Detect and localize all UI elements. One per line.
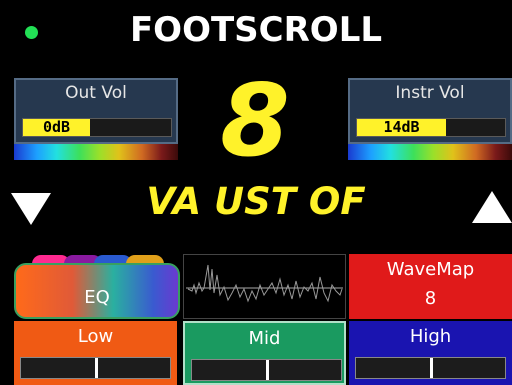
band-high-label: High <box>409 326 452 347</box>
triangle-up-icon[interactable] <box>472 191 512 223</box>
instr-vol-value: 14dB <box>383 118 420 136</box>
band-high-slider[interactable] <box>355 357 506 379</box>
out-vol-bar[interactable]: 0dB <box>22 118 172 137</box>
waveform-icon <box>186 264 343 303</box>
band-low-thumb[interactable] <box>95 358 98 378</box>
instr-vol-panel[interactable]: Instr Vol 14dB <box>348 78 512 144</box>
waveform-tile[interactable] <box>183 254 346 319</box>
preset-name: VA UST OF <box>146 180 366 223</box>
instr-level-meter <box>348 144 512 160</box>
out-vol-panel[interactable]: Out Vol 0dB <box>14 78 178 144</box>
band-high-thumb[interactable] <box>430 358 433 378</box>
out-level-meter <box>14 144 178 160</box>
instr-vol-bar[interactable]: 14dB <box>356 118 506 137</box>
wavemap-label: WaveMap <box>386 259 475 280</box>
out-vol-label: Out Vol <box>65 83 127 103</box>
band-mid-label: Mid <box>248 328 281 349</box>
eq-tile[interactable]: EQ <box>14 255 180 319</box>
band-low-label: Low <box>77 326 114 347</box>
wavemap-value: 8 <box>424 288 437 309</box>
band-high[interactable]: High <box>349 321 512 385</box>
out-vol-value: 0dB <box>42 118 71 136</box>
band-mid[interactable]: Mid <box>183 321 346 385</box>
eq-label: EQ <box>84 287 110 308</box>
band-low[interactable]: Low <box>14 321 177 385</box>
wavemap-tile[interactable]: WaveMap 8 <box>349 254 512 319</box>
band-low-slider[interactable] <box>20 357 171 379</box>
page-title: FOOTSCROLL <box>129 10 383 50</box>
band-mid-thumb[interactable] <box>266 360 269 380</box>
preset-number: 8 <box>220 62 290 179</box>
instr-vol-label: Instr Vol <box>395 83 465 103</box>
band-mid-slider[interactable] <box>191 359 342 381</box>
